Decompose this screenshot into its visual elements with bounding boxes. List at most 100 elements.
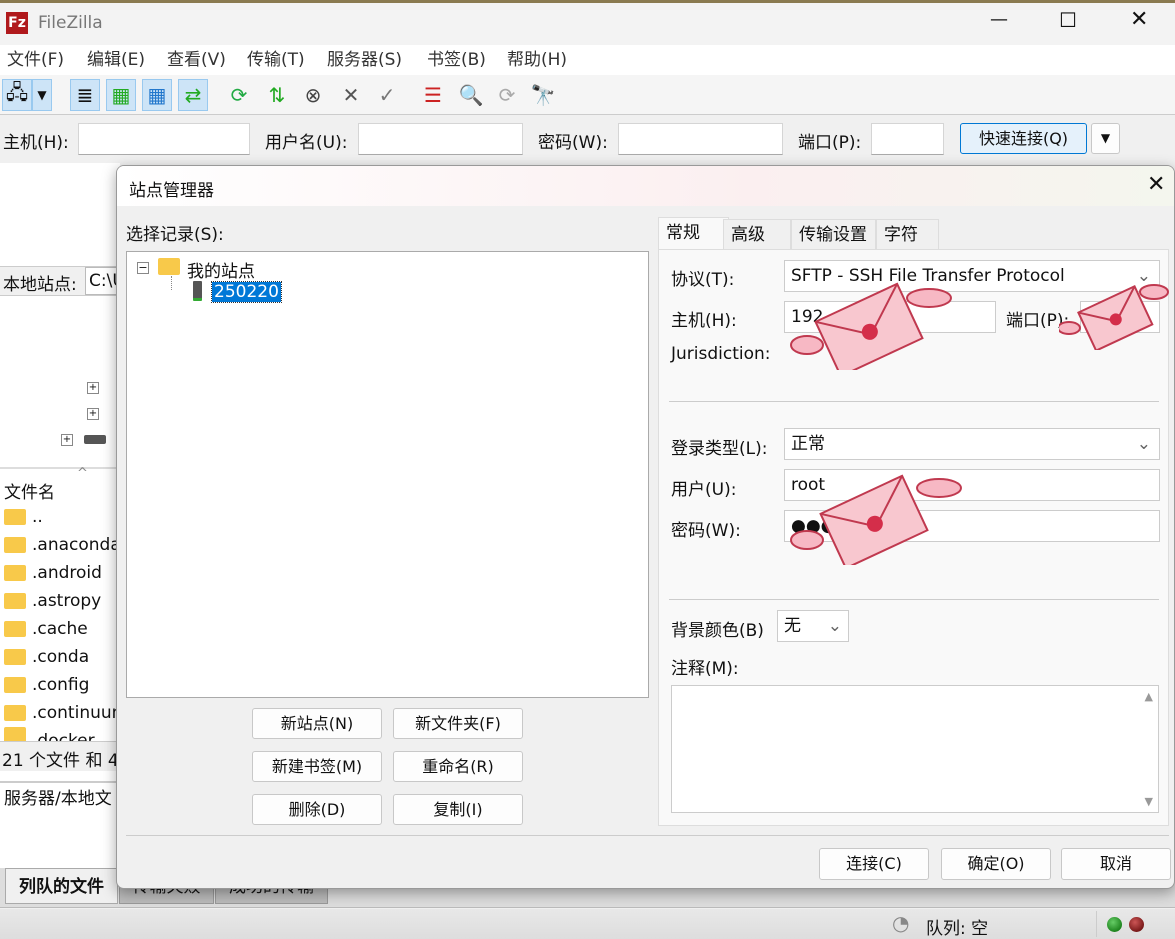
green-light-icon (1107, 917, 1122, 932)
folder-icon (4, 509, 26, 525)
dialog-title: 站点管理器 (129, 181, 214, 201)
remote-tree-icon[interactable]: ▦ (142, 79, 172, 111)
scroll-up-icon[interactable]: ▲ (1145, 690, 1153, 703)
local-tree-icon[interactable]: ▦ (106, 79, 136, 111)
list-item[interactable]: .conda (4, 643, 89, 671)
menu-view[interactable]: 查看(V) (160, 45, 240, 75)
quickconnect-dropdown[interactable]: ▼ (1091, 123, 1120, 154)
list-item[interactable]: .anaconda (4, 531, 121, 559)
protocol-label: 协议(T): (671, 270, 735, 290)
tab-transfer-settings[interactable]: 传输设置 (791, 219, 876, 249)
background-color-value: 无 (784, 616, 801, 636)
list-item[interactable]: .docker (4, 727, 95, 741)
tree-site-250220[interactable]: 250220 (211, 281, 282, 303)
title-bar: Fz FileZilla — ☐ ✕ (0, 0, 1175, 45)
port-input[interactable] (871, 123, 944, 155)
drive-icon (84, 435, 106, 444)
delete-button[interactable]: 删除(D) (252, 794, 382, 825)
file-name: .astropy (32, 591, 102, 611)
scroll-down-icon[interactable]: ▼ (1145, 795, 1153, 808)
file-name: .. (32, 507, 43, 527)
logon-type-select[interactable]: 正常 ⌄ (784, 428, 1160, 460)
tab-general[interactable]: 常规 (658, 217, 729, 250)
file-name: .cache (32, 619, 88, 639)
speed-gauge-icon: ◔ (892, 911, 910, 935)
host-input[interactable] (78, 123, 250, 155)
refresh-icon[interactable]: ⟳ (224, 79, 254, 111)
logon-type-value: 正常 (791, 434, 825, 454)
file-name: .config (32, 675, 90, 695)
search-icon[interactable]: 🔍 (456, 79, 486, 111)
cancel-icon[interactable]: ⊗ (298, 79, 328, 111)
column-filename[interactable]: 文件名 (4, 478, 55, 503)
connect-button[interactable]: 连接(C) (819, 848, 929, 880)
list-item[interactable]: .. (4, 503, 43, 531)
select-entry-label: 选择记录(S): (126, 225, 224, 245)
disconnect-icon[interactable]: ✕ (336, 79, 366, 111)
menu-bookmarks[interactable]: 书签(B) (420, 45, 500, 75)
tree-collapse-icon[interactable]: − (137, 262, 149, 274)
filter-icon[interactable]: ☰ (418, 79, 448, 111)
list-item[interactable]: .android (4, 559, 102, 587)
menu-help[interactable]: 帮助(H) (500, 45, 580, 75)
host-label: 主机(H): (3, 133, 69, 153)
folder-icon (4, 565, 26, 581)
local-summary: 21 个文件 和 4 (2, 751, 119, 771)
ok-button[interactable]: 确定(O) (941, 848, 1051, 880)
server-local-column: 服务器/本地文 (4, 789, 112, 809)
tree-expander[interactable]: + (61, 434, 73, 446)
dropdown-arrow-icon[interactable]: ▼ (32, 79, 52, 111)
minimize-button[interactable]: — (990, 9, 1008, 30)
comment-label: 注释(M): (671, 659, 739, 679)
tab-charset[interactable]: 字符集 (876, 219, 939, 275)
list-item[interactable]: .continuum (4, 699, 128, 727)
tree-root-my-sites[interactable]: 我的站点 (187, 257, 255, 282)
password-label: 密码(W): (671, 521, 741, 541)
menu-transfer[interactable]: 传输(T) (240, 45, 320, 75)
list-item[interactable]: .config (4, 671, 89, 699)
username-input[interactable] (358, 123, 523, 155)
new-site-button[interactable]: 新站点(N) (252, 708, 382, 739)
dialog-close-button[interactable]: ✕ (1147, 172, 1165, 197)
dialog-title-bar: 站点管理器 ✕ (117, 166, 1174, 206)
red-light-icon (1129, 917, 1144, 932)
username-label: 用户名(U): (265, 133, 348, 153)
site-manager-icon[interactable]: 🖧 (2, 79, 32, 111)
cancel-button[interactable]: 取消 (1061, 848, 1171, 880)
sort-arrow-icon: ^ (77, 466, 88, 481)
queue-status: 队列: 空 (926, 919, 989, 939)
close-window-button[interactable]: ✕ (1130, 7, 1148, 32)
tree-expander[interactable]: + (87, 408, 99, 420)
maximize-button[interactable]: ☐ (1059, 8, 1077, 32)
binoculars-icon[interactable]: 🔭 (528, 79, 558, 111)
list-item[interactable]: .cache (4, 615, 88, 643)
menu-edit[interactable]: 编辑(E) (80, 45, 160, 75)
tree-expander[interactable]: + (87, 382, 99, 394)
process-queue-icon[interactable]: ⇅ (262, 79, 292, 111)
copy-button[interactable]: 复制(I) (393, 794, 523, 825)
menu-server[interactable]: 服务器(S) (320, 45, 420, 75)
password-input[interactable] (618, 123, 783, 155)
quickconnect-button[interactable]: 快速连接(Q) (960, 123, 1087, 154)
list-item[interactable]: .astropy (4, 587, 101, 615)
folder-icon (4, 727, 26, 741)
message-log-icon[interactable]: ≣ (70, 79, 100, 111)
new-bookmark-button[interactable]: 新建书签(M) (252, 751, 382, 782)
chevron-down-icon: ⌄ (827, 616, 842, 636)
new-folder-button[interactable]: 新文件夹(F) (393, 708, 523, 739)
app-title: FileZilla (38, 13, 103, 33)
transfer-queue-icon[interactable]: ⇄ (178, 79, 208, 111)
background-color-label: 背景颜色(B) (671, 621, 764, 641)
sync-browse-icon[interactable]: ⟳ (492, 79, 522, 111)
site-tree[interactable]: − 我的站点 250220 (126, 251, 649, 698)
tab-queued-files[interactable]: 列队的文件 (5, 868, 118, 904)
menu-bar: 文件(F) 编辑(E) 查看(V) 传输(T) 服务器(S) 书签(B) 帮助(… (0, 45, 1175, 75)
port-label: 端口(P): (798, 133, 862, 153)
reconnect-icon[interactable]: ✓ (372, 79, 402, 111)
tab-advanced[interactable]: 高级 (723, 219, 791, 249)
chevron-down-icon: ⌄ (1136, 434, 1151, 454)
menu-file[interactable]: 文件(F) (0, 45, 80, 75)
rename-button[interactable]: 重命名(R) (393, 751, 523, 782)
background-color-select[interactable]: 无 ⌄ (777, 610, 849, 642)
comment-textarea[interactable]: ▲ ▼ (671, 685, 1159, 813)
